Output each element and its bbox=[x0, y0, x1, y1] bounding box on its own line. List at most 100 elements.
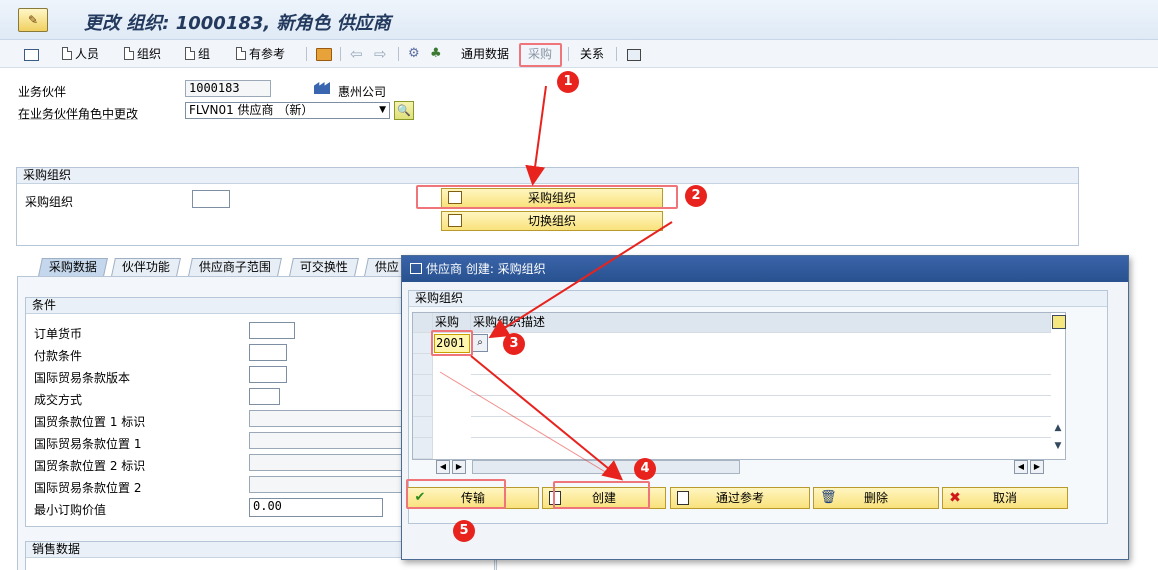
step-badge-3: 3 bbox=[503, 333, 525, 355]
table-row bbox=[471, 417, 1051, 438]
row-selector[interactable] bbox=[413, 375, 433, 396]
arrow-left-icon[interactable]: ⇦ bbox=[350, 44, 363, 64]
highlight-box-purch-org bbox=[416, 185, 678, 209]
edit-document-icon[interactable]: ✎ bbox=[18, 8, 48, 32]
scroll-down-icon[interactable]: ▼ bbox=[1051, 441, 1065, 457]
hierarchy-icon[interactable]: ♣ bbox=[430, 44, 442, 64]
tab-partner-functions[interactable]: 伙伴功能 bbox=[111, 258, 181, 276]
display-toggle-icon[interactable] bbox=[24, 44, 39, 64]
bp-number-field[interactable]: 1000183 bbox=[185, 80, 271, 97]
factory-icon bbox=[314, 82, 330, 97]
payment-terms-field[interactable] bbox=[249, 344, 287, 361]
dialog-title: 供应商 创建: 采购组织 bbox=[426, 262, 546, 276]
org-button[interactable]: 组织 bbox=[124, 44, 161, 64]
incoterms-field[interactable] bbox=[249, 388, 280, 405]
new-document-icon bbox=[185, 47, 195, 60]
purch-org-field[interactable] bbox=[192, 190, 230, 208]
step-badge-1: 1 bbox=[557, 71, 579, 93]
delete-button[interactable]: 🗑 删除 bbox=[813, 487, 939, 509]
role-dropdown-value: FLVN01 供应商 （新） bbox=[189, 103, 314, 117]
role-dropdown[interactable]: FLVN01 供应商 （新） ▼ bbox=[185, 102, 390, 119]
new-document-icon bbox=[236, 47, 246, 60]
row-selector[interactable] bbox=[413, 396, 433, 417]
bp-name: 惠州公司 bbox=[338, 85, 387, 99]
close-icon: ✖ bbox=[949, 490, 961, 506]
scroll-left-icon[interactable]: ◀ bbox=[436, 460, 450, 474]
row-selector[interactable] bbox=[413, 354, 433, 375]
title-bar: ✎ 更改 组织: 1000183, 新角色 供应商 bbox=[0, 0, 1158, 40]
switch-icon bbox=[448, 214, 462, 227]
general-data-button[interactable]: 通用数据 bbox=[461, 44, 509, 64]
purch-org-group-title: 采购组织 bbox=[17, 168, 1078, 184]
step-badge-4: 4 bbox=[634, 458, 656, 480]
person-button[interactable]: 人员 bbox=[62, 44, 99, 64]
highlight-box-transfer bbox=[406, 479, 506, 509]
payment-terms-label: 付款条件 bbox=[34, 349, 83, 363]
highlight-box-purchasing bbox=[519, 43, 562, 67]
incoterms-label: 成交方式 bbox=[34, 393, 83, 407]
trash-icon: 🗑 bbox=[820, 490, 837, 505]
copy-document-icon bbox=[677, 491, 689, 505]
scroll-up-icon[interactable]: ▲ bbox=[1051, 423, 1065, 439]
order-currency-label: 订单货币 bbox=[34, 327, 83, 341]
min-order-value-field[interactable]: 0.00 bbox=[249, 498, 383, 517]
bp-label: 业务伙伴 bbox=[18, 85, 67, 99]
role-label: 在业务伙伴角色中更改 bbox=[18, 107, 139, 121]
toolbar-separator bbox=[306, 47, 307, 61]
row-selector[interactable] bbox=[413, 438, 433, 459]
inco-loc1-label: 国际贸易条款位置 1 bbox=[34, 437, 142, 451]
step-badge-2: 2 bbox=[685, 185, 707, 207]
step-badge-5: 5 bbox=[453, 520, 475, 542]
row-selector[interactable] bbox=[413, 417, 433, 438]
group-button[interactable]: 组 bbox=[185, 44, 210, 64]
arrow-right-icon[interactable]: ⇨ bbox=[374, 44, 387, 64]
highlight-box-create bbox=[553, 481, 650, 509]
inco-loc2-label: 国际贸易条款位置 2 bbox=[34, 481, 142, 495]
table-row bbox=[471, 354, 1051, 375]
purch-org-label: 采购组织 bbox=[25, 195, 74, 209]
tools-icon[interactable]: ⚙ bbox=[408, 44, 420, 64]
inco-loc2-id-label: 国贸条款位置 2 标识 bbox=[34, 459, 146, 473]
dialog-title-bar: 供应商 创建: 采购组织 bbox=[402, 256, 1128, 282]
new-document-icon bbox=[62, 47, 72, 60]
toolbar-separator bbox=[568, 47, 569, 61]
scroll-right-icon[interactable]: ▶ bbox=[452, 460, 466, 474]
min-order-value-label: 最小订购价值 bbox=[34, 503, 107, 517]
application-toolbar: 人员 组织 组 有参考 ⇦ ⇨ ⚙ ♣ 通用数据 采购 关系 bbox=[0, 40, 1158, 68]
by-reference-button[interactable]: 通过参考 bbox=[670, 487, 810, 509]
with-reference-button[interactable]: 有参考 bbox=[236, 44, 285, 64]
toolbar-separator bbox=[340, 47, 341, 61]
new-document-icon bbox=[124, 47, 134, 60]
switch-org-button[interactable]: 切换组织 bbox=[441, 211, 663, 231]
open-folder-icon[interactable] bbox=[316, 44, 332, 64]
window-icon bbox=[410, 263, 422, 274]
tab-vendor-subrange[interactable]: 供应商子范围 bbox=[188, 258, 282, 276]
scroll-left-icon[interactable]: ◀ bbox=[1014, 460, 1028, 474]
table-row bbox=[471, 396, 1051, 417]
toolbar-separator bbox=[616, 47, 617, 61]
table-row bbox=[471, 375, 1051, 396]
create-purch-org-dialog: 供应商 创建: 采购组织 采购组织 采购 采购组织描述 2001 ⌕ ▲ ▼ ◀… bbox=[401, 255, 1129, 560]
incoterms-version-label: 国际贸易条款版本 bbox=[34, 371, 131, 385]
dialog-group-title: 采购组织 bbox=[409, 291, 1107, 307]
relations-button[interactable]: 关系 bbox=[580, 44, 604, 64]
highlight-box-cell bbox=[431, 330, 473, 356]
tab-interchangeability[interactable]: 可交换性 bbox=[289, 258, 359, 276]
tab-purchasing-data[interactable]: 采购数据 bbox=[38, 258, 108, 276]
chevron-down-icon: ▼ bbox=[379, 105, 386, 115]
incoterms-version-field[interactable] bbox=[249, 366, 287, 383]
column-settings-icon[interactable] bbox=[1052, 315, 1066, 329]
monitor-icon[interactable] bbox=[627, 44, 641, 64]
order-currency-field[interactable] bbox=[249, 322, 295, 339]
horizontal-scrollbar[interactable] bbox=[472, 460, 740, 474]
scroll-right-icon[interactable]: ▶ bbox=[1030, 460, 1044, 474]
col-header-desc[interactable]: 采购组织描述 bbox=[471, 313, 1051, 333]
row-selector-header[interactable] bbox=[413, 313, 433, 333]
search-icon[interactable]: ⌕ bbox=[472, 334, 488, 352]
row-selector[interactable] bbox=[413, 333, 433, 354]
cancel-button[interactable]: ✖ 取消 bbox=[942, 487, 1068, 509]
inco-loc1-id-label: 国贸条款位置 1 标识 bbox=[34, 415, 146, 429]
toolbar-separator bbox=[398, 47, 399, 61]
search-help-icon[interactable]: 🔍 bbox=[394, 101, 414, 120]
page-title: 更改 组织: 1000183, 新角色 供应商 bbox=[84, 13, 391, 34]
